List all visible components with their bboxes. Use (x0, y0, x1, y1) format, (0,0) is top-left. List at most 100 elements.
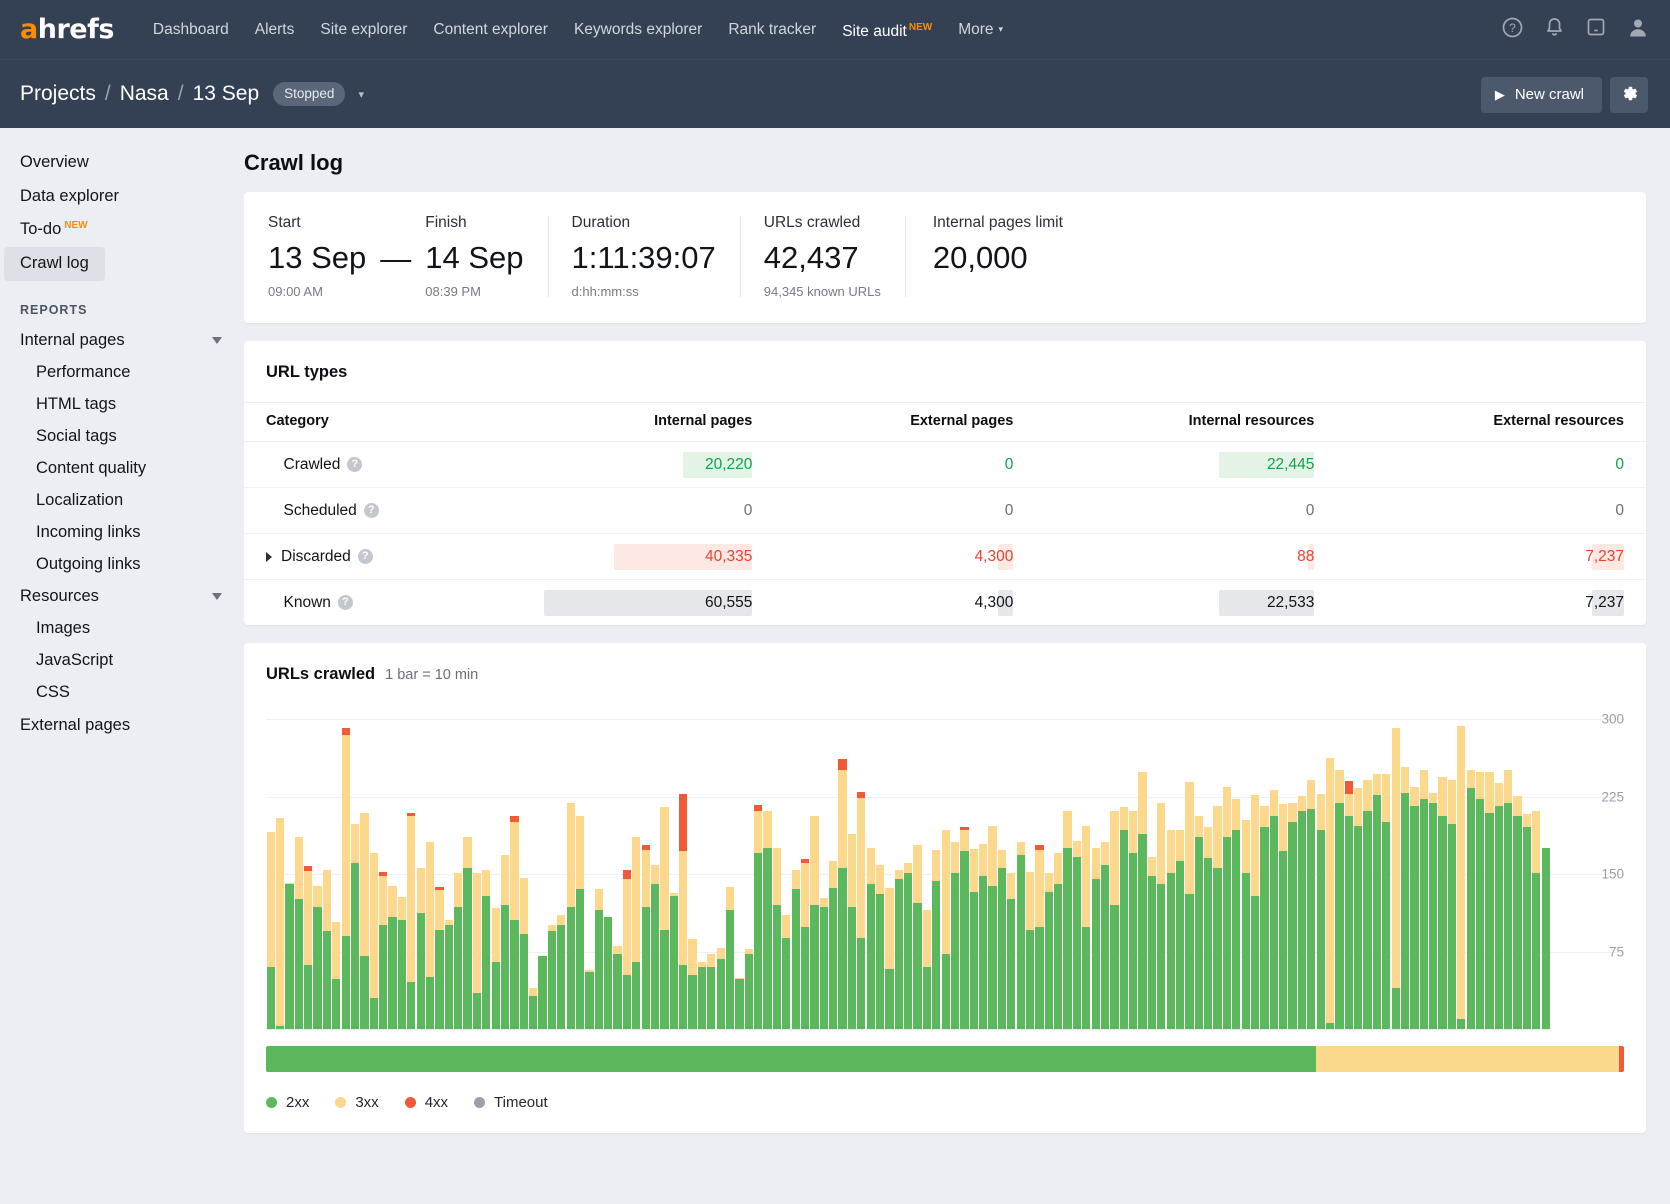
chart-bar[interactable] (810, 698, 819, 1030)
chevron-down-icon[interactable] (212, 336, 222, 344)
new-crawl-button[interactable]: ▶ New crawl (1480, 76, 1602, 113)
chart-bar[interactable] (407, 698, 416, 1030)
sidebar-item-overview[interactable]: Overview (4, 146, 105, 180)
sidebar-item-incoming-links[interactable]: Incoming links (0, 517, 244, 549)
chart-bar[interactable] (988, 698, 997, 1030)
chart-bar[interactable] (1541, 698, 1550, 1030)
chart-bar[interactable] (294, 698, 303, 1030)
nav-item-content-explorer[interactable]: Content explorer (420, 0, 561, 59)
nav-item-rank-tracker[interactable]: Rank tracker (715, 0, 829, 59)
chart-bar[interactable] (997, 698, 1007, 1030)
chart-bar[interactable] (688, 698, 697, 1030)
chart-bar[interactable] (1082, 698, 1091, 1030)
nav-item-dashboard[interactable]: Dashboard (140, 0, 242, 59)
chart-bar[interactable] (735, 698, 744, 1030)
nav-item-keywords-explorer[interactable]: Keywords explorer (561, 0, 715, 59)
chart-bar[interactable] (763, 698, 772, 1030)
chart-bar[interactable] (510, 698, 519, 1030)
chart-bar[interactable] (660, 698, 669, 1030)
help-icon[interactable]: ? (337, 595, 353, 611)
chart-bar[interactable] (1157, 698, 1166, 1030)
chart-bar[interactable] (1466, 698, 1475, 1030)
nav-item-site-explorer[interactable]: Site explorer (307, 0, 420, 59)
chart-bar[interactable] (772, 698, 782, 1030)
chart-bar[interactable] (1279, 698, 1288, 1030)
chart-bar[interactable] (1054, 698, 1063, 1030)
chart-bar[interactable] (875, 698, 885, 1030)
chart-bar[interactable] (1175, 698, 1185, 1030)
nav-item-site-audit[interactable]: Site audit NEW (829, 0, 945, 61)
help-icon[interactable]: ? (357, 549, 373, 565)
sidebar-item-crawl-log[interactable]: Crawl log (4, 246, 105, 281)
chart-bar[interactable] (1382, 698, 1391, 1030)
chart-bar[interactable] (454, 698, 463, 1030)
column-header-external-resources[interactable]: External resources (1336, 402, 1646, 443)
chart-bar[interactable] (604, 698, 613, 1030)
help-icon[interactable]: ? (363, 503, 379, 519)
chart-bar[interactable] (1204, 698, 1213, 1030)
breadcrumb-site[interactable]: Nasa (120, 82, 169, 106)
chart-bar[interactable] (1504, 698, 1513, 1030)
sidebar-item-content-quality[interactable]: Content quality (0, 453, 244, 485)
column-header-internal-pages[interactable]: Internal pages (522, 402, 775, 443)
chart-bar[interactable] (632, 698, 641, 1030)
chart-bar[interactable] (519, 698, 528, 1030)
sidebar-item-css[interactable]: CSS (0, 677, 244, 709)
chart-bar[interactable] (650, 698, 660, 1030)
chart-bar[interactable] (800, 698, 810, 1030)
chart-bar[interactable] (444, 698, 453, 1030)
chart-bar[interactable] (557, 698, 566, 1030)
sidebar-item-images[interactable]: Images (0, 613, 244, 645)
legend-item-timeout[interactable]: Timeout (474, 1094, 548, 1111)
chart-bar[interactable] (904, 698, 913, 1030)
chart-bar[interactable] (932, 698, 941, 1030)
chart-bar[interactable] (435, 698, 444, 1030)
chart-bar[interactable] (1457, 698, 1466, 1030)
chart-bar[interactable] (322, 698, 332, 1030)
chart-bar[interactable] (1307, 698, 1316, 1030)
chart-bar[interactable] (304, 698, 313, 1030)
chart-bar[interactable] (1110, 698, 1119, 1030)
chart-bar[interactable] (1485, 698, 1494, 1030)
chart-bar[interactable] (1297, 698, 1307, 1030)
sidebar-item-to-do[interactable]: To-do NEW (4, 213, 104, 247)
chart-bar[interactable] (913, 698, 922, 1030)
chart-bar[interactable] (1025, 698, 1035, 1030)
chart-bar[interactable] (1091, 698, 1100, 1030)
chart-bar[interactable] (1354, 698, 1363, 1030)
chart-bar[interactable] (941, 698, 950, 1030)
chart-bar[interactable] (1213, 698, 1222, 1030)
chart-bar[interactable] (594, 698, 603, 1030)
chart-bar[interactable] (894, 698, 903, 1030)
chart-bar[interactable] (1419, 698, 1428, 1030)
chart-bar[interactable] (950, 698, 960, 1030)
chart-bar[interactable] (538, 698, 547, 1030)
sidebar-group-internal-pages[interactable]: Internal pages (0, 325, 244, 357)
column-header-internal-resources[interactable]: Internal resources (1035, 402, 1337, 443)
chart-bar[interactable] (575, 698, 585, 1030)
chart-bar[interactable] (866, 698, 875, 1030)
column-header-external-pages[interactable]: External pages (774, 402, 1036, 443)
chart-bar[interactable] (350, 698, 360, 1030)
sidebar-item-social-tags[interactable]: Social tags (0, 421, 244, 453)
chart-bar[interactable] (847, 698, 857, 1030)
breadcrumb-projects[interactable]: Projects (20, 82, 96, 106)
sidebar-item-localization[interactable]: Localization (0, 485, 244, 517)
chart-bar[interactable] (1250, 698, 1260, 1030)
chart-bar[interactable] (472, 698, 482, 1030)
chart-bar[interactable] (1016, 698, 1025, 1030)
chart-bar[interactable] (397, 698, 407, 1030)
chart-bar[interactable] (1100, 698, 1110, 1030)
chart-bar[interactable] (1147, 698, 1157, 1030)
nav-item-more[interactable]: More ▾ (945, 0, 1016, 59)
chart-bar[interactable] (1007, 698, 1016, 1030)
chart-bar[interactable] (491, 698, 500, 1030)
chart-bar[interactable] (782, 698, 791, 1030)
chart-bar[interactable] (1260, 698, 1269, 1030)
chart-bar[interactable] (1063, 698, 1072, 1030)
chart-bar[interactable] (857, 698, 866, 1030)
chart-bar[interactable] (1222, 698, 1232, 1030)
chart-bar[interactable] (1185, 698, 1194, 1030)
chart-bar[interactable] (641, 698, 650, 1030)
chart-bar[interactable] (1232, 698, 1241, 1030)
